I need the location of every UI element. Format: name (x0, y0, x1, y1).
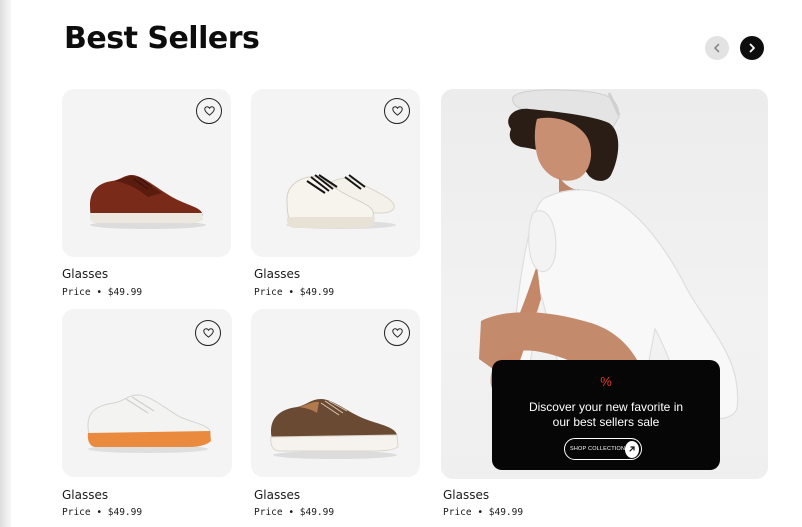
promo-line-1: Discover your new favorite in (528, 400, 684, 414)
product-price: Price • $49.99 (62, 507, 143, 518)
product-image (87, 394, 211, 453)
product-price: Price • $49.99 (62, 287, 143, 298)
carousel-next-button[interactable] (740, 36, 764, 60)
carousel-prev-button[interactable] (705, 36, 729, 60)
product-price: Price • $49.99 (254, 507, 335, 518)
product-name[interactable]: Glasses (254, 488, 300, 502)
promo-card: % Discover your new favorite in our best… (492, 360, 720, 470)
product-card[interactable] (62, 309, 232, 477)
shop-collection-label: SHOP COLLECTION (570, 446, 626, 452)
product-price: Price • $49.99 (443, 507, 524, 518)
promo-text: Discover your new favorite in our best s… (492, 400, 720, 430)
product-name[interactable]: Glasses (443, 488, 489, 502)
product-name[interactable]: Glasses (254, 267, 300, 281)
promo-line-2: our best sellers sale (552, 415, 660, 429)
product-name[interactable]: Glasses (62, 488, 108, 502)
product-card[interactable] (251, 89, 420, 257)
left-edge-decoration (0, 0, 11, 527)
product-image (286, 174, 396, 229)
product-price: Price • $49.99 (254, 287, 335, 298)
arrow-up-right-icon (625, 440, 639, 458)
product-card[interactable] (62, 89, 231, 257)
chevron-left-icon (714, 43, 720, 53)
product-card[interactable] (251, 309, 420, 477)
product-image (89, 175, 206, 229)
page-title: Best Sellers (64, 21, 260, 56)
promo-percent-badge: % (600, 374, 612, 389)
shop-collection-button[interactable]: SHOP COLLECTION (564, 438, 642, 460)
product-name[interactable]: Glasses (62, 267, 108, 281)
chevron-right-icon (749, 43, 755, 53)
product-image (270, 399, 399, 459)
